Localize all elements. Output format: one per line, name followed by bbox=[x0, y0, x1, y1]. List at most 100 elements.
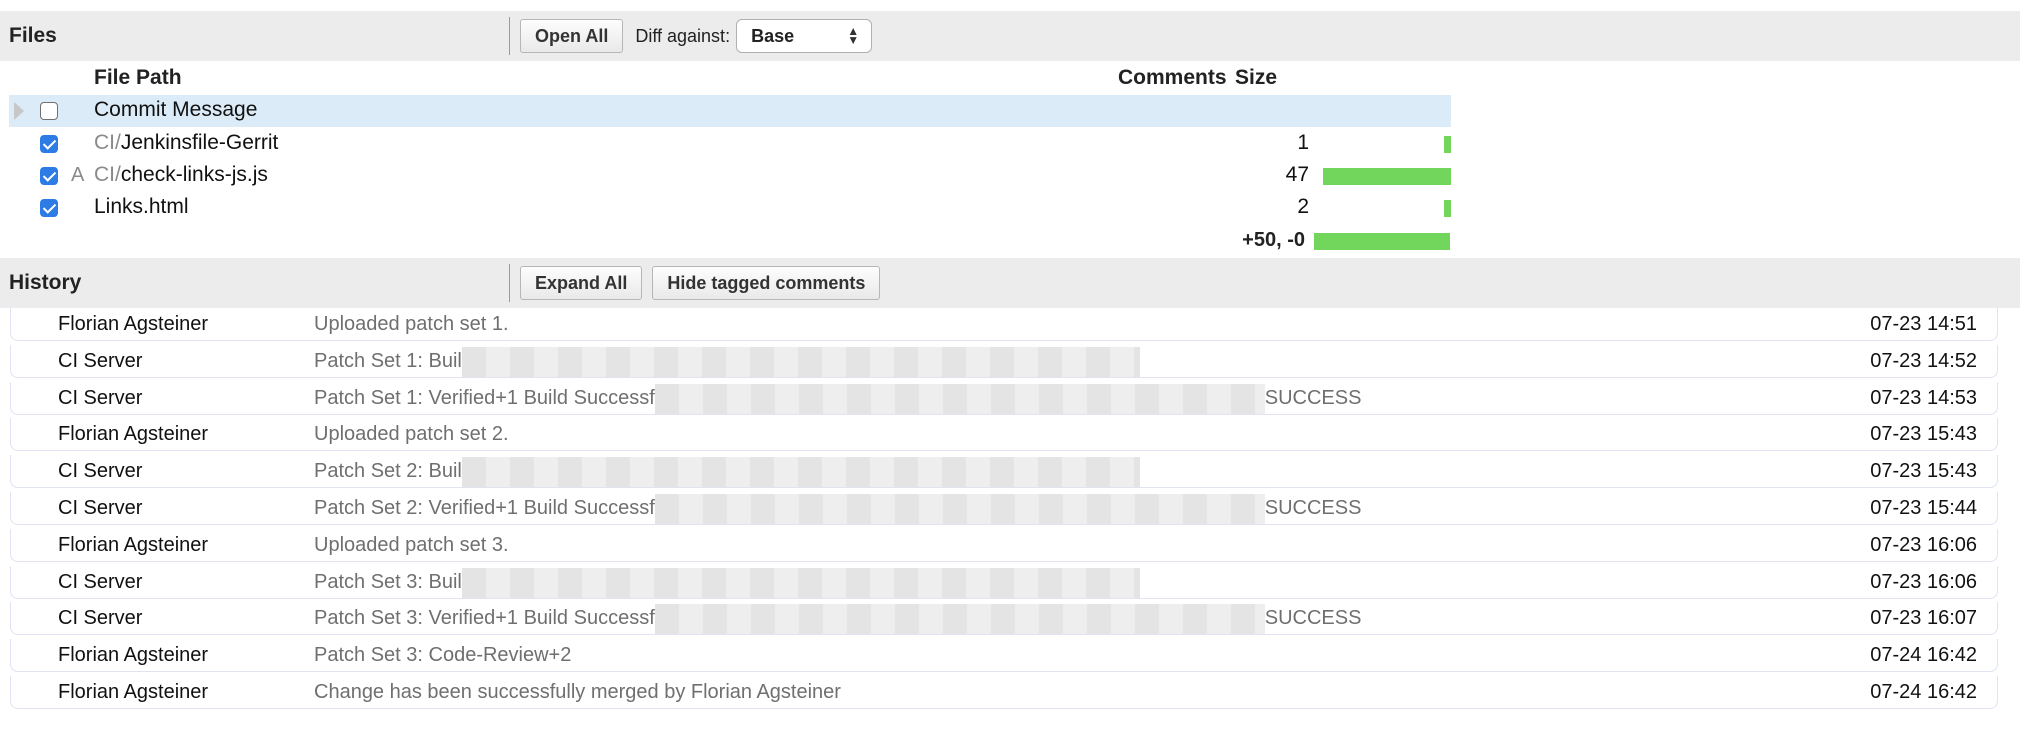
hide-tagged-comments-button[interactable]: Hide tagged comments bbox=[652, 266, 881, 300]
files-section-title: Files bbox=[9, 24, 57, 47]
history-row[interactable]: CI Server Patch Set 1: Buil 07-23 14:52 bbox=[10, 345, 1998, 378]
history-message: Patch Set 2: Verified+1 Build Successf SU… bbox=[314, 494, 1362, 524]
history-date: 07-23 16:07 bbox=[1870, 607, 1977, 629]
history-message-text: Patch Set 1: Buil bbox=[314, 350, 462, 372]
history-author: CI Server bbox=[58, 350, 143, 372]
history-message-text: Patch Set 2: Buil bbox=[314, 460, 462, 482]
file-path-header: File Path bbox=[94, 66, 182, 89]
file-dir: CI/ bbox=[94, 131, 121, 154]
history-message: Uploaded patch set 2. bbox=[314, 423, 509, 446]
history-row[interactable]: Florian Agsteiner Uploaded patch set 3. 07… bbox=[10, 529, 1998, 562]
file-comments: 47 bbox=[1285, 163, 1309, 186]
history-message-suffix: SUCCESS bbox=[1264, 387, 1362, 409]
file-path-link[interactable]: CI/check-links-js.js bbox=[94, 163, 268, 187]
file-row[interactable]: Links.html 2 bbox=[9, 192, 1451, 224]
reviewed-checkbox[interactable] bbox=[40, 199, 58, 217]
file-name: Jenkinsfile-Gerrit bbox=[120, 131, 279, 154]
file-name: Links.html bbox=[94, 195, 189, 218]
file-dir: CI/ bbox=[94, 163, 121, 186]
file-status: A bbox=[71, 164, 85, 186]
history-date: 07-23 16:06 bbox=[1870, 534, 1977, 556]
file-path-link[interactable]: CI/Jenkinsfile-Gerrit bbox=[94, 131, 278, 155]
history-date: 07-23 15:43 bbox=[1870, 460, 1977, 482]
history-row[interactable]: Florian Agsteiner Change has been success… bbox=[10, 676, 1998, 709]
history-row[interactable]: CI Server Patch Set 3: Buil 07-23 16:06 bbox=[10, 566, 1998, 599]
history-message-text: Patch Set 3: Verified+1 Build Successf bbox=[314, 607, 655, 629]
redacted-region bbox=[654, 384, 1265, 414]
history-row[interactable]: CI Server Patch Set 3: Verified+1 Build S… bbox=[10, 602, 1998, 635]
file-row[interactable]: CI/Jenkinsfile-Gerrit 1 bbox=[9, 128, 1451, 160]
history-author: Florian Agsteiner bbox=[58, 681, 209, 703]
file-path-link[interactable]: Commit Message bbox=[94, 98, 257, 122]
history-message-text: Uploaded patch set 3. bbox=[314, 534, 509, 556]
history-row[interactable]: Florian Agsteiner Uploaded patch set 2. 07… bbox=[10, 418, 1998, 451]
toolbar-divider bbox=[509, 17, 510, 55]
expand-all-button[interactable]: Expand All bbox=[520, 266, 643, 300]
history-author: Florian Agsteiner bbox=[58, 423, 209, 445]
redacted-region bbox=[654, 494, 1265, 524]
history-row[interactable]: CI Server Patch Set 2: Verified+1 Build S… bbox=[10, 492, 1998, 525]
history-message: Patch Set 3: Code-Review+2 bbox=[314, 644, 571, 667]
history-message: Patch Set 1: Buil bbox=[314, 347, 1140, 377]
file-row[interactable]: A CI/check-links-js.js 47 bbox=[9, 160, 1451, 192]
history-message: Patch Set 3: Buil bbox=[314, 568, 1140, 598]
file-size-bar bbox=[1323, 168, 1451, 185]
history-author: CI Server bbox=[58, 571, 143, 593]
file-row[interactable]: Commit Message bbox=[9, 95, 1451, 127]
size-header: Size bbox=[1235, 66, 1278, 89]
history-date: 07-23 14:51 bbox=[1870, 313, 1977, 335]
history-message-text: Patch Set 3: Code-Review+2 bbox=[314, 644, 572, 666]
history-author: CI Server bbox=[58, 607, 143, 629]
history-row[interactable]: CI Server Patch Set 2: Buil 07-23 15:43 bbox=[10, 455, 1998, 488]
file-comments: 2 bbox=[1297, 195, 1309, 218]
redacted-region bbox=[461, 347, 1140, 377]
file-path-link[interactable]: Links.html bbox=[94, 195, 189, 219]
history-section-title: History bbox=[9, 271, 82, 294]
history-row[interactable]: Florian Agsteiner Uploaded patch set 1. 07… bbox=[10, 308, 1998, 341]
total-size-bar bbox=[1314, 233, 1450, 250]
select-arrows-icon: ▲ ▼ bbox=[847, 24, 860, 47]
diff-against-select[interactable]: Base ▲ ▼ bbox=[736, 19, 873, 53]
toolbar-divider bbox=[509, 264, 510, 302]
history-date: 07-23 15:44 bbox=[1870, 497, 1977, 519]
history-toolbar: History Expand All Hide tagged comments bbox=[0, 258, 2020, 308]
history-message: Uploaded patch set 3. bbox=[314, 534, 509, 557]
history-message-text: Uploaded patch set 2. bbox=[314, 423, 509, 445]
reviewed-checkbox[interactable] bbox=[40, 167, 58, 185]
history-date: 07-23 14:52 bbox=[1870, 350, 1977, 372]
history-date: 07-24 16:42 bbox=[1870, 681, 1977, 703]
file-size-bar bbox=[1444, 200, 1451, 217]
history-author: CI Server bbox=[58, 497, 143, 519]
history-author: Florian Agsteiner bbox=[58, 644, 209, 666]
history-date: 07-23 15:43 bbox=[1870, 423, 1977, 445]
history-message: Patch Set 3: Verified+1 Build Successf SU… bbox=[314, 604, 1362, 634]
history-author: Florian Agsteiner bbox=[58, 534, 209, 556]
history-message: Uploaded patch set 1. bbox=[314, 313, 509, 336]
history-author: CI Server bbox=[58, 387, 143, 409]
open-all-button[interactable]: Open All bbox=[520, 19, 624, 53]
history-message: Patch Set 2: Buil bbox=[314, 457, 1140, 487]
history-message: Change has been successfully merged by F… bbox=[314, 681, 841, 704]
history-message-suffix: SUCCESS bbox=[1264, 607, 1362, 629]
history-message-text: Change has been successfully merged by F… bbox=[314, 681, 841, 703]
history-message-text: Uploaded patch set 1. bbox=[314, 313, 509, 335]
history-date: 07-23 14:53 bbox=[1870, 387, 1977, 409]
history-row[interactable]: Florian Agsteiner Patch Set 3: Code-Revie… bbox=[10, 639, 1998, 672]
redacted-region bbox=[654, 604, 1265, 634]
reviewed-checkbox[interactable] bbox=[40, 135, 58, 153]
history-message-text: Patch Set 1: Verified+1 Build Successf bbox=[314, 387, 655, 409]
history-author: CI Server bbox=[58, 460, 143, 482]
history-message-text: Patch Set 3: Buil bbox=[314, 571, 462, 593]
total-size: +50, -0 bbox=[1242, 229, 1305, 251]
history-author: Florian Agsteiner bbox=[58, 313, 209, 335]
files-toolbar: Files Open All Diff against: Base ▲ ▼ bbox=[0, 11, 2020, 61]
redacted-region bbox=[461, 457, 1140, 487]
redacted-region bbox=[461, 568, 1140, 598]
history-message: Patch Set 1: Verified+1 Build Successf SU… bbox=[314, 384, 1362, 414]
file-size-bar bbox=[1444, 136, 1451, 153]
expand-triangle-icon[interactable] bbox=[14, 102, 24, 120]
file-name: check-links-js.js bbox=[120, 163, 268, 186]
history-message-suffix: SUCCESS bbox=[1264, 497, 1362, 519]
reviewed-checkbox[interactable] bbox=[40, 102, 58, 120]
history-row[interactable]: CI Server Patch Set 1: Verified+1 Build S… bbox=[10, 382, 1998, 415]
